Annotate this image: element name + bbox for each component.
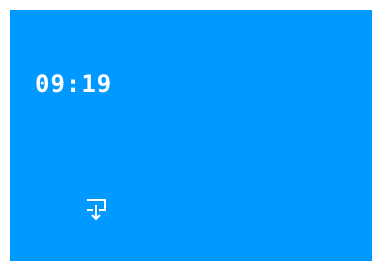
download-button[interactable] xyxy=(82,195,110,225)
download-tray-icon xyxy=(87,199,106,221)
device-screen: 09:19 xyxy=(10,10,372,261)
clock-time: 09:19 xyxy=(35,70,113,98)
